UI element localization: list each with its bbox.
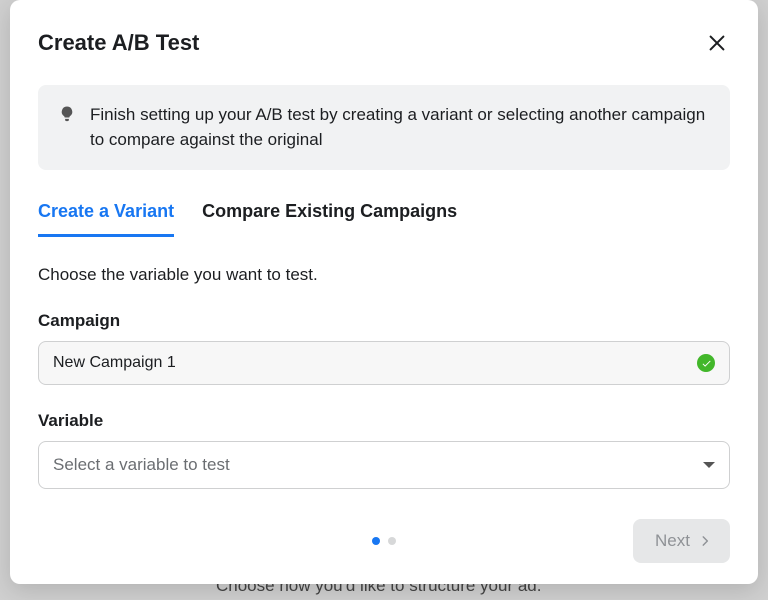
prompt-text: Choose the variable you want to test. bbox=[38, 265, 730, 285]
close-icon bbox=[706, 32, 728, 54]
check-icon bbox=[697, 354, 715, 372]
step-dot-1 bbox=[372, 537, 380, 545]
info-text: Finish setting up your A/B test by creat… bbox=[90, 103, 710, 152]
step-indicator bbox=[372, 537, 396, 545]
modal-header: Create A/B Test bbox=[38, 30, 730, 59]
chevron-down-icon bbox=[703, 462, 715, 468]
modal-footer: Next bbox=[38, 518, 730, 564]
variable-select[interactable]: Select a variable to test bbox=[38, 441, 730, 489]
tabs: Create a Variant Compare Existing Campai… bbox=[38, 200, 730, 237]
tab-create-variant[interactable]: Create a Variant bbox=[38, 201, 174, 237]
next-button-label: Next bbox=[655, 531, 690, 551]
close-button[interactable] bbox=[704, 30, 730, 59]
lightbulb-icon bbox=[58, 105, 76, 128]
step-dot-2 bbox=[388, 537, 396, 545]
campaign-pill[interactable]: New Campaign 1 bbox=[38, 341, 730, 385]
ab-test-modal: Create A/B Test Finish setting up your A… bbox=[10, 0, 758, 584]
tab-compare-campaigns[interactable]: Compare Existing Campaigns bbox=[202, 201, 457, 237]
chevron-right-icon bbox=[698, 534, 712, 548]
info-banner: Finish setting up your A/B test by creat… bbox=[38, 85, 730, 170]
modal-title: Create A/B Test bbox=[38, 30, 199, 56]
variable-placeholder: Select a variable to test bbox=[53, 455, 230, 475]
next-button[interactable]: Next bbox=[633, 519, 730, 563]
variable-label: Variable bbox=[38, 411, 730, 431]
campaign-value: New Campaign 1 bbox=[53, 354, 176, 372]
campaign-label: Campaign bbox=[38, 311, 730, 331]
